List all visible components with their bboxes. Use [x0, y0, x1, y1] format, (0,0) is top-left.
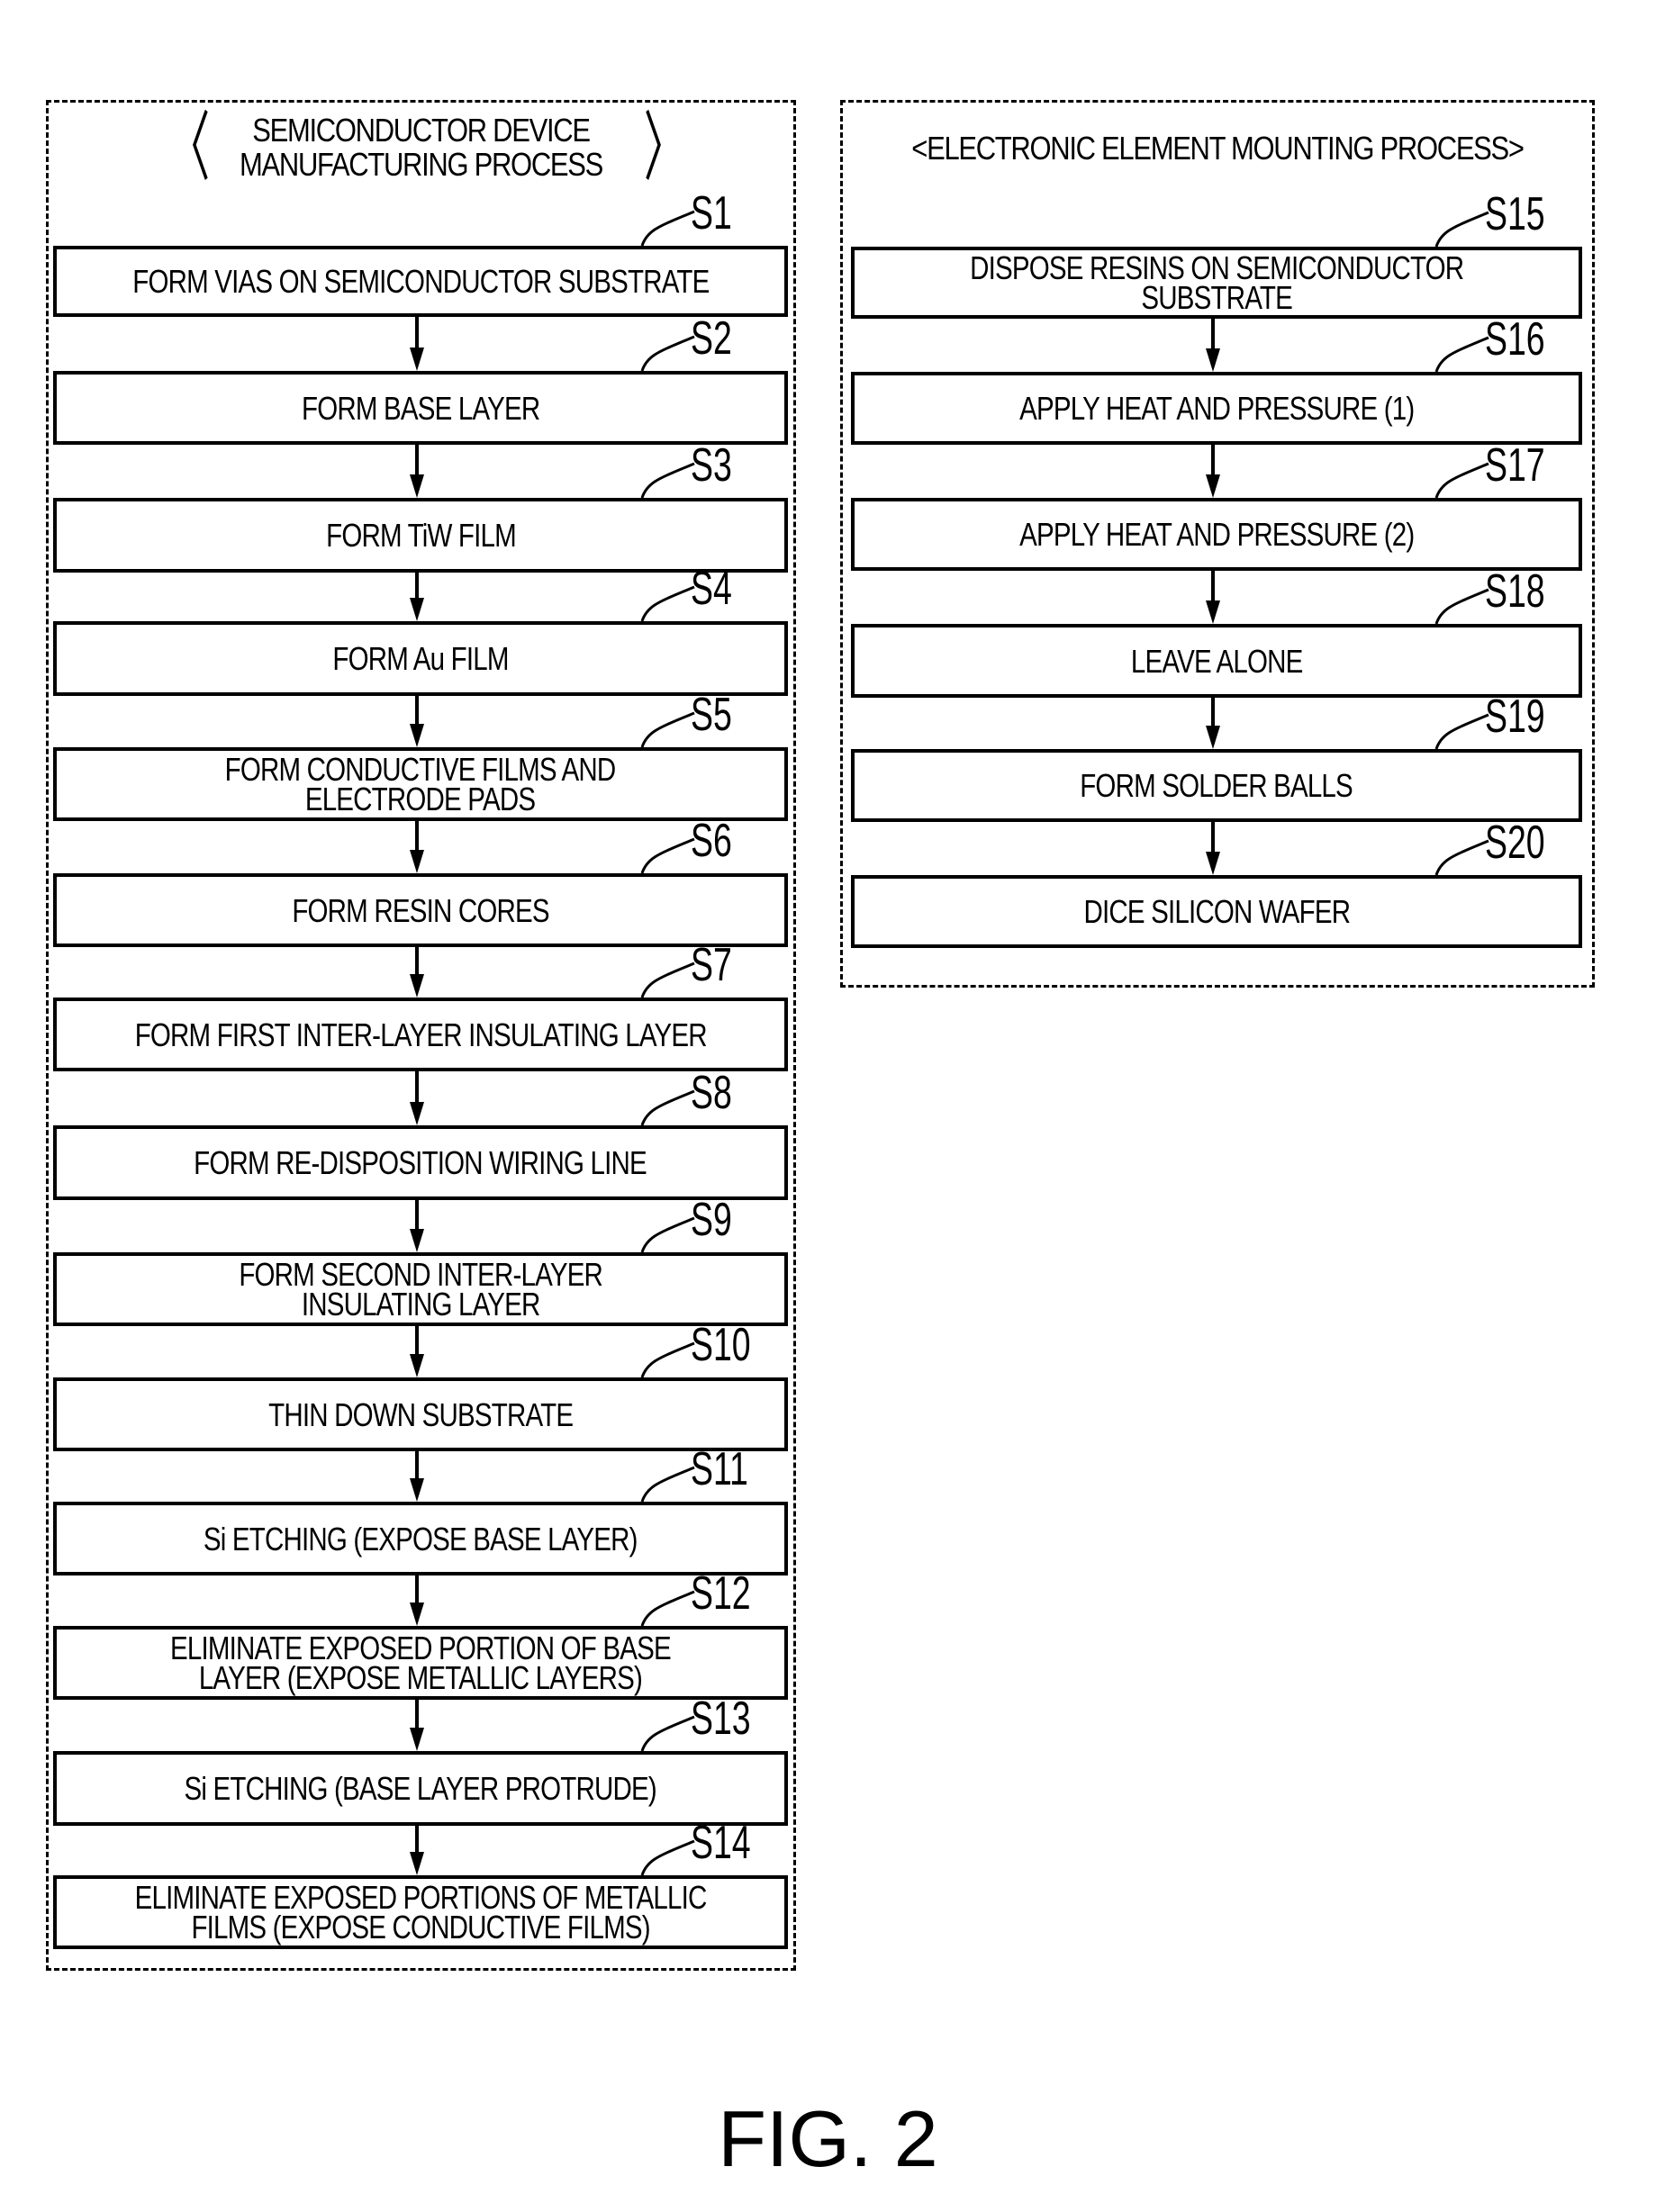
step-label: FORM RESIN CORES	[292, 891, 549, 929]
step-id-s10: S10	[691, 1319, 751, 1371]
mounting-step-box-s17: APPLY HEAT AND PRESSURE (2)	[851, 498, 1582, 571]
step-label: LEAVE ALONE	[1130, 642, 1303, 680]
step-label: FORM BASE LAYER	[301, 389, 540, 427]
semiconductor-step-box-s14: ELIMINATE EXPOSED PORTIONS OF METALLIC F…	[53, 1875, 788, 1949]
semiconductor-step-box-s9: FORM SECOND INTER-LAYER INSULATING LAYER	[53, 1252, 788, 1326]
step-id-s11: S11	[691, 1443, 748, 1495]
step-label: FORM FIRST INTER-LAYER INSULATING LAYER	[134, 1016, 707, 1053]
step-label: ELIMINATE EXPOSED PORTIONS OF METALLIC F…	[134, 1879, 708, 1946]
step-id-s20: S20	[1485, 817, 1545, 869]
step-label: FORM SECOND INTER-LAYER INSULATING LAYER	[239, 1256, 603, 1323]
step-label: FORM SOLDER BALLS	[1080, 767, 1353, 804]
step-id-s5: S5	[691, 689, 732, 741]
step-id-s18: S18	[1485, 565, 1545, 618]
mounting-step-box-s15: DISPOSE RESINS ON SEMICONDUCTOR SUBSTRAT…	[851, 247, 1582, 319]
step-label: THIN DOWN SUBSTRATE	[267, 1395, 574, 1433]
step-label: ELIMINATE EXPOSED PORTION OF BASE LAYER …	[170, 1630, 672, 1696]
mounting-step-box-s19: FORM SOLDER BALLS	[851, 749, 1582, 822]
step-id-s9: S9	[691, 1194, 732, 1246]
step-label: Si ETCHING (BASE LAYER PROTRUDE)	[184, 1770, 657, 1807]
mounting-step-box-s20: DICE SILICON WAFER	[851, 875, 1582, 948]
semiconductor-step-box-s5: FORM CONDUCTIVE FILMS AND ELECTRODE PADS	[53, 747, 788, 821]
step-id-s3: S3	[691, 439, 732, 492]
step-id-s15: S15	[1485, 188, 1545, 240]
semiconductor-step-box-s11: Si ETCHING (EXPOSE BASE LAYER)	[53, 1502, 788, 1575]
step-id-s17: S17	[1485, 439, 1545, 492]
semiconductor-process-title-line2: MANUFACTURING PROCESS	[240, 146, 603, 183]
semiconductor-process-title-line1: SEMICONDUCTOR DEVICE	[252, 112, 591, 149]
step-label: APPLY HEAT AND PRESSURE (2)	[1018, 516, 1415, 553]
step-label: FORM RE-DISPOSITION WIRING LINE	[194, 1144, 648, 1181]
semiconductor-step-box-s13: Si ETCHING (BASE LAYER PROTRUDE)	[53, 1751, 788, 1826]
semiconductor-step-box-s1: FORM VIAS ON SEMICONDUCTOR SUBSTRATE	[53, 246, 788, 317]
step-id-s6: S6	[691, 815, 732, 867]
semiconductor-step-box-s3: FORM TiW FILM	[53, 498, 788, 573]
step-id-s1: S1	[691, 187, 732, 239]
step-label: FORM VIAS ON SEMICONDUCTOR SUBSTRATE	[131, 263, 710, 300]
semiconductor-step-box-s10: THIN DOWN SUBSTRATE	[53, 1377, 788, 1451]
step-id-s13: S13	[691, 1693, 751, 1745]
mounting-step-box-s16: APPLY HEAT AND PRESSURE (1)	[851, 372, 1582, 445]
mounting-process-title: <ELECTRONIC ELEMENT MOUNTING PROCESS>	[911, 130, 1525, 167]
step-id-s16: S16	[1485, 313, 1545, 366]
semiconductor-step-box-s8: FORM RE-DISPOSITION WIRING LINE	[53, 1125, 788, 1200]
step-id-s7: S7	[691, 939, 732, 991]
semiconductor-step-box-s6: FORM RESIN CORES	[53, 873, 788, 947]
figure-label: FIG. 2	[718, 2094, 938, 2183]
step-label: DISPOSE RESINS ON SEMICONDUCTOR SUBSTRAT…	[969, 249, 1464, 316]
step-id-s4: S4	[691, 563, 732, 615]
step-id-s2: S2	[691, 312, 732, 365]
step-label: DICE SILICON WAFER	[1083, 893, 1351, 930]
step-id-s12: S12	[691, 1567, 751, 1620]
semiconductor-step-box-s12: ELIMINATE EXPOSED PORTION OF BASE LAYER …	[53, 1626, 788, 1700]
semiconductor-step-box-s2: FORM BASE LAYER	[53, 371, 788, 445]
step-id-s14: S14	[691, 1817, 751, 1869]
step-label: APPLY HEAT AND PRESSURE (1)	[1018, 390, 1415, 427]
semiconductor-step-box-s4: FORM Au FILM	[53, 621, 788, 696]
step-id-s19: S19	[1485, 691, 1545, 743]
step-id-s8: S8	[691, 1067, 732, 1119]
semiconductor-step-box-s7: FORM FIRST INTER-LAYER INSULATING LAYER	[53, 998, 788, 1071]
step-label: FORM TiW FILM	[325, 517, 517, 554]
step-label: Si ETCHING (EXPOSE BASE LAYER)	[204, 1520, 638, 1557]
step-label: FORM CONDUCTIVE FILMS AND ELECTRODE PADS	[225, 751, 617, 817]
step-label: FORM Au FILM	[332, 640, 509, 677]
mounting-step-box-s18: LEAVE ALONE	[851, 624, 1582, 698]
